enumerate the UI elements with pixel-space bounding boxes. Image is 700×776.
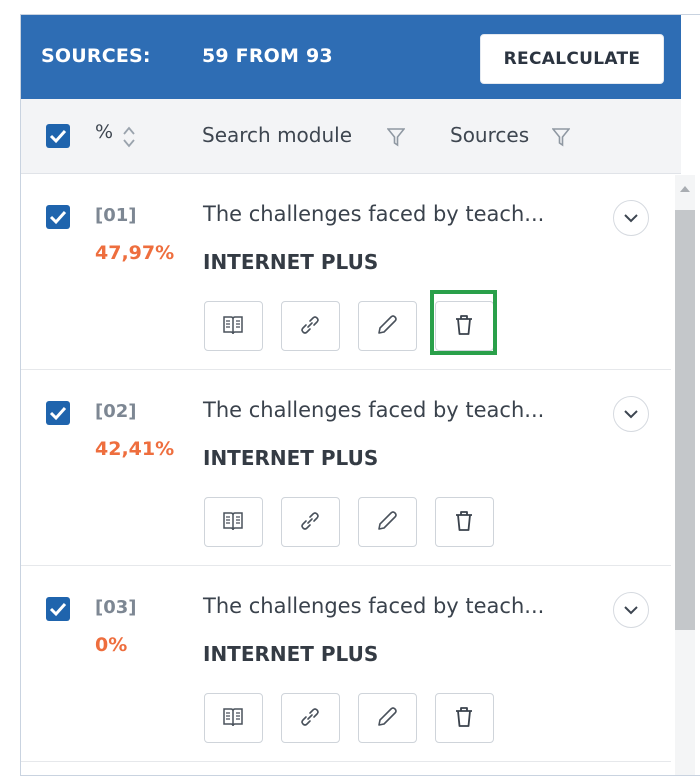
open-link-button[interactable]: [281, 301, 340, 351]
trash-icon: [456, 707, 472, 727]
column-header: % Search module Sources: [21, 99, 681, 174]
delete-button[interactable]: [435, 693, 494, 743]
link-icon: [301, 708, 319, 726]
source-checkbox[interactable]: [46, 205, 70, 229]
filter-icon[interactable]: [552, 127, 570, 147]
source-title[interactable]: The challenges faced by teach...: [203, 202, 544, 226]
edit-button[interactable]: [358, 301, 417, 351]
sources-panel: SOURCES: 59 FROM 93 RECALCULATE % Search…: [20, 14, 700, 776]
sources-count: 59 FROM 93: [202, 45, 333, 67]
source-percent: 42,41%: [95, 438, 175, 460]
sources-label: SOURCES:: [41, 45, 151, 67]
scrollbar-thumb[interactable]: [675, 210, 695, 630]
source-percent: 0%: [95, 634, 128, 656]
book-icon: [223, 316, 243, 335]
source-module: INTERNET PLUS: [203, 250, 379, 274]
view-text-button[interactable]: [204, 497, 263, 547]
delete-button-highlight: [430, 290, 497, 355]
source-title[interactable]: The challenges faced by teach...: [203, 594, 544, 618]
book-icon: [223, 708, 243, 727]
view-text-button[interactable]: [204, 693, 263, 743]
select-all-checkbox[interactable]: [46, 124, 70, 148]
open-link-button[interactable]: [281, 497, 340, 547]
edit-button[interactable]: [358, 693, 417, 743]
source-index: [01]: [95, 205, 137, 226]
edit-button[interactable]: [358, 497, 417, 547]
source-title[interactable]: The challenges faced by teach...: [203, 398, 544, 422]
open-link-button[interactable]: [281, 693, 340, 743]
source-row: [03] 0% The challenges faced by teach...…: [21, 566, 671, 762]
link-icon: [301, 512, 319, 530]
source-row: [02] 42,41% The challenges faced by teac…: [21, 370, 671, 566]
source-index: [03]: [95, 597, 137, 618]
delete-button[interactable]: [435, 497, 494, 547]
pencil-icon: [378, 511, 397, 530]
pencil-icon: [378, 707, 397, 726]
view-text-button[interactable]: [204, 301, 263, 351]
chevron-down-icon: [624, 214, 638, 223]
expand-button[interactable]: [613, 592, 649, 628]
link-icon: [301, 316, 319, 334]
book-icon: [223, 512, 243, 531]
filter-icon[interactable]: [387, 127, 405, 147]
source-checkbox[interactable]: [46, 597, 70, 621]
trash-icon: [456, 511, 472, 531]
source-checkbox[interactable]: [46, 401, 70, 425]
source-index: [02]: [95, 401, 137, 422]
expand-button[interactable]: [613, 200, 649, 236]
chevron-down-icon: [624, 606, 638, 615]
scroll-up-icon[interactable]: [680, 185, 690, 193]
recalculate-button[interactable]: RECALCULATE: [480, 34, 664, 84]
source-module: INTERNET PLUS: [203, 642, 379, 666]
expand-button[interactable]: [613, 396, 649, 432]
percent-column-label: %: [95, 121, 114, 143]
pencil-icon: [378, 315, 397, 334]
sources-header: SOURCES: 59 FROM 93 RECALCULATE: [21, 15, 681, 99]
source-module: INTERNET PLUS: [203, 446, 379, 470]
sources-column[interactable]: Sources: [450, 123, 529, 147]
source-row: [01] 47,97% The challenges faced by teac…: [21, 174, 671, 370]
source-percent: 47,97%: [95, 242, 175, 264]
chevron-down-icon: [624, 410, 638, 419]
search-module-column[interactable]: Search module: [202, 123, 352, 147]
sort-icon[interactable]: [122, 125, 136, 149]
